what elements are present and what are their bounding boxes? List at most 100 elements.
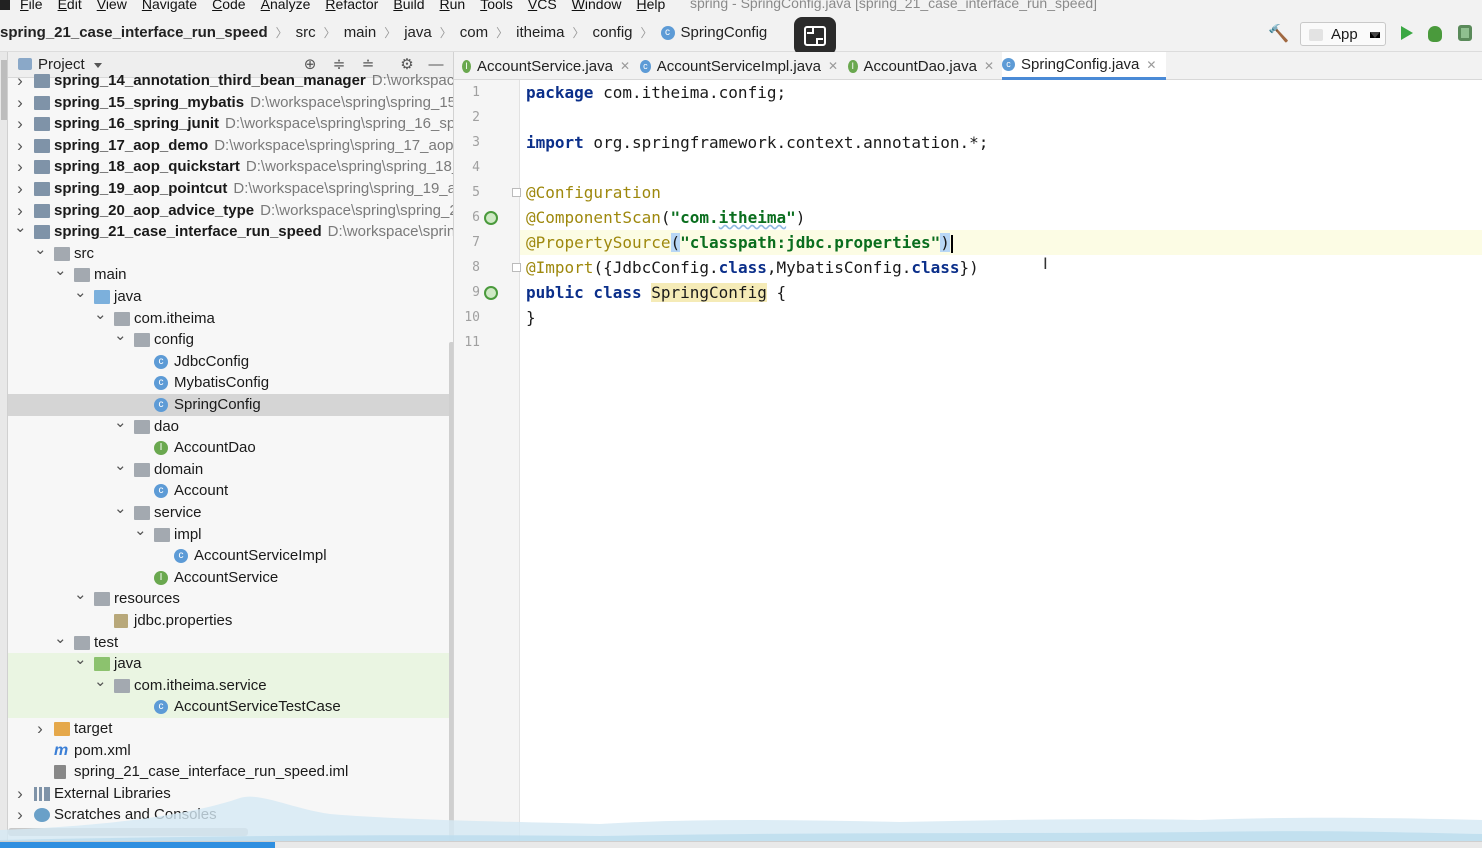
editor-tab[interactable]: I AccountService.java ✕ — [462, 52, 630, 80]
tree-row[interactable]: c JdbcConfig — [8, 351, 453, 373]
project-tool-tab[interactable] — [1, 60, 7, 120]
editor-tab[interactable]: I AccountDao.java ✕ — [848, 52, 994, 80]
menu-help[interactable]: Help — [636, 0, 665, 12]
tree-row[interactable]: c AccountServiceTestCase — [8, 696, 453, 718]
breadcrumb-project[interactable]: spring_21_case_interface_run_speed — [0, 24, 268, 41]
tree-row[interactable]: ⌄ impl — [8, 522, 453, 546]
tree-row[interactable]: ⌄ java — [8, 651, 453, 675]
breadcrumb-config[interactable]: config — [593, 24, 633, 41]
chevron-right-icon[interactable]: › — [14, 92, 26, 114]
menu-build[interactable]: Build — [393, 0, 424, 12]
tree-row[interactable]: ⌄ domain — [8, 457, 453, 481]
tree-row[interactable]: ⌄ com.itheima — [8, 306, 453, 330]
menu-refactor[interactable]: Refactor — [325, 0, 378, 12]
coverage-icon[interactable] — [1458, 25, 1472, 41]
run-configuration-select[interactable]: App — [1300, 22, 1386, 46]
breadcrumb-com[interactable]: com — [460, 24, 488, 41]
tree-row[interactable]: ⌄ service — [8, 500, 453, 524]
chevron-down-icon[interactable]: ⌄ — [94, 304, 107, 326]
tree-row[interactable]: I AccountDao — [8, 437, 453, 459]
close-icon[interactable]: ✕ — [828, 59, 838, 73]
chevron-down-icon[interactable]: ⌄ — [134, 520, 147, 542]
tree-row[interactable]: › spring_18_aop_quickstart D:\workspace\sp… — [8, 156, 453, 178]
spring-bean-gutter-icon[interactable] — [484, 286, 498, 300]
editor-tab[interactable]: c SpringConfig.java ✕ — [1002, 52, 1166, 80]
breadcrumb-src[interactable]: src — [296, 24, 316, 41]
tree-row[interactable]: ⌄ dao — [8, 414, 453, 438]
close-icon[interactable]: ✕ — [620, 59, 630, 73]
chevron-down-icon[interactable]: ⌄ — [54, 628, 67, 650]
tree-row[interactable]: ⌄ resources — [8, 586, 453, 610]
run-icon[interactable] — [1401, 26, 1413, 40]
chevron-down-icon[interactable]: ⌄ — [114, 412, 127, 434]
chevron-down-icon[interactable]: ⌄ — [74, 584, 87, 606]
menu-analyze[interactable]: Analyze — [261, 0, 311, 12]
chevron-right-icon[interactable]: › — [14, 113, 26, 135]
chevron-down-icon[interactable]: ⌄ — [74, 282, 87, 304]
tree-row[interactable]: › spring_16_spring_junit D:\workspace\spri… — [8, 113, 453, 135]
menu-window[interactable]: Window — [572, 0, 622, 12]
fold-marker-icon[interactable] — [512, 188, 521, 197]
build-hammer-icon[interactable]: 🔨 — [1268, 24, 1289, 44]
chevron-down-icon[interactable] — [94, 63, 102, 68]
spring-bean-gutter-icon[interactable] — [484, 211, 498, 225]
menu-edit[interactable]: Edit — [58, 0, 82, 12]
menu-view[interactable]: View — [97, 0, 127, 12]
breadcrumb-file[interactable]: SpringConfig — [681, 24, 768, 41]
debug-icon[interactable] — [1428, 26, 1442, 42]
tree-row[interactable]: ⌄ config — [8, 327, 453, 351]
tree-row[interactable]: c Account — [8, 480, 453, 502]
chevron-down-icon[interactable]: ⌄ — [114, 325, 127, 347]
tree-row[interactable]: spring_21_case_interface_run_speed.iml — [8, 761, 453, 783]
class-icon: c — [640, 59, 651, 73]
tree-row[interactable]: ⌄ java — [8, 284, 453, 308]
breadcrumb-itheima[interactable]: itheima — [516, 24, 564, 41]
tree-row[interactable]: ⌄ com.itheima.service — [8, 673, 453, 697]
menu-navigate[interactable]: Navigate — [142, 0, 197, 12]
menu-file[interactable]: File — [20, 0, 43, 12]
breadcrumb-main[interactable]: main — [344, 24, 377, 41]
tree-row[interactable]: jdbc.properties — [8, 610, 453, 632]
chevron-down-icon[interactable]: ⌄ — [54, 260, 67, 282]
breadcrumb-java[interactable]: java — [404, 24, 432, 41]
tree-row[interactable]: › target — [8, 718, 453, 740]
menu-run[interactable]: Run — [439, 0, 465, 12]
close-icon[interactable]: ✕ — [1146, 58, 1156, 72]
interface-icon: I — [154, 570, 168, 585]
chevron-right-icon[interactable]: › — [14, 178, 26, 200]
tree-row[interactable]: › spring_17_aop_demo D:\workspace\spring\s… — [8, 135, 453, 157]
close-icon[interactable]: ✕ — [984, 59, 994, 73]
tree-row[interactable]: › spring_15_spring_mybatis D:\workspace\sp… — [8, 92, 453, 114]
chevron-down-icon[interactable]: ⌄ — [14, 217, 27, 239]
menu-tools[interactable]: Tools — [480, 0, 513, 12]
menu-code[interactable]: Code — [212, 0, 245, 12]
chevron-down-icon[interactable]: ⌄ — [74, 649, 87, 671]
line-number: 7 — [472, 235, 480, 250]
tree-row[interactable]: m pom.xml — [8, 740, 453, 762]
tree-row[interactable]: c SpringConfig — [8, 394, 453, 416]
tree-row[interactable]: ⌄ src — [8, 241, 453, 265]
chevron-right-icon[interactable]: › — [34, 718, 46, 740]
tree-row[interactable]: › spring_19_aop_pointcut D:\workspace\spri… — [8, 178, 453, 200]
chevron-down-icon[interactable]: ⌄ — [114, 498, 127, 520]
chevron-right-icon[interactable]: › — [14, 135, 26, 157]
tree-row[interactable]: › spring_20_aop_advice_type D:\workspace\s… — [8, 200, 453, 222]
chevron-right-icon[interactable]: › — [14, 70, 26, 92]
editor-tab[interactable]: c AccountServiceImpl.java ✕ — [640, 52, 838, 80]
tree-row[interactable]: c AccountServiceImpl — [8, 545, 453, 567]
tree-row[interactable]: ⌄ spring_21_case_interface_run_speed D:\wo… — [8, 219, 453, 243]
chevron-down-icon[interactable]: ⌄ — [94, 671, 107, 693]
tree-row[interactable]: › spring_14_annotation_third_bean_manager… — [8, 70, 453, 92]
folder-icon — [154, 527, 170, 542]
menu-vcs[interactable]: VCS — [528, 0, 557, 12]
chevron-down-icon[interactable]: ⌄ — [34, 239, 47, 261]
tree-row-text: spring_18_aop_quickstart D:\workspace\spr… — [54, 156, 453, 178]
chevron-right-icon[interactable]: › — [14, 156, 26, 178]
exit-fullscreen-button[interactable] — [794, 17, 836, 55]
chevron-down-icon[interactable]: ⌄ — [114, 455, 127, 477]
code-editor[interactable]: package com.itheima.config; import org.s… — [520, 80, 1482, 848]
fold-marker-icon[interactable] — [512, 263, 521, 272]
tree-row[interactable]: c MybatisConfig — [8, 372, 453, 394]
tree-row-text: target — [74, 718, 112, 740]
progress-indicator — [0, 842, 275, 848]
